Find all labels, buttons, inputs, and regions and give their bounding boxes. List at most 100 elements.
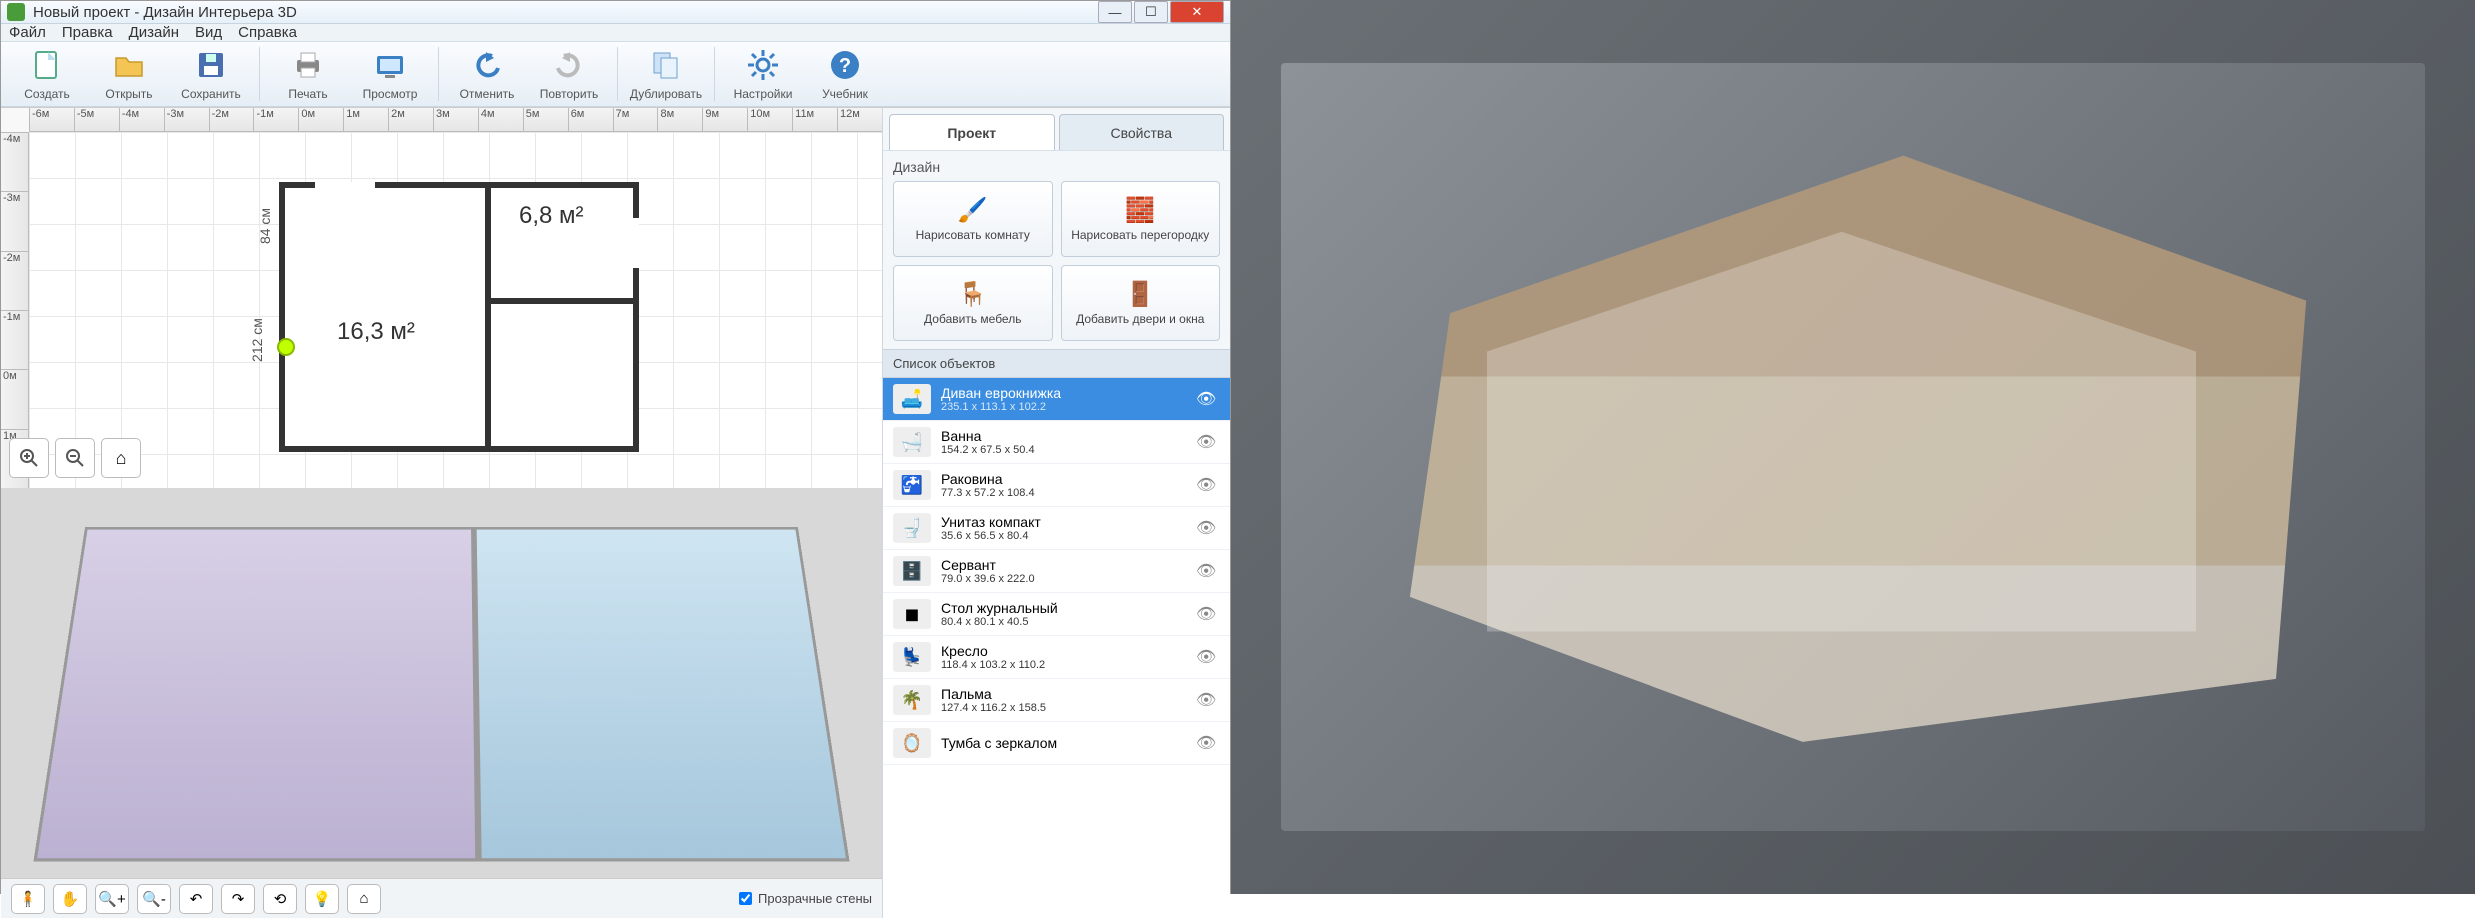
- toolbar-label: Настройки: [734, 87, 793, 101]
- preview-icon: [372, 47, 408, 83]
- wall-icon: 🧱: [1123, 196, 1157, 224]
- maximize-button[interactable]: ☐: [1134, 1, 1168, 23]
- selection-marker[interactable]: [277, 338, 295, 356]
- object-dimensions: 35.6 x 56.5 x 80.4: [941, 530, 1186, 542]
- room-area-label-2: 6,8 м²: [519, 202, 584, 230]
- design-section-title: Дизайн: [893, 159, 1220, 175]
- toolbar-undo-button[interactable]: Отменить: [449, 42, 525, 106]
- toolbar-print-button[interactable]: Печать: [270, 42, 346, 106]
- door-icon: 🚪: [1123, 280, 1157, 308]
- minimize-button[interactable]: —: [1098, 1, 1132, 23]
- transparent-walls-checkbox[interactable]: Прозрачные стены: [739, 891, 872, 906]
- toolbar-label: Открыть: [105, 87, 152, 101]
- design-door-button[interactable]: 🚪 Добавить двери и окна: [1061, 265, 1221, 341]
- menu-view[interactable]: Вид: [195, 24, 222, 41]
- toilet-icon: 🚽: [893, 513, 931, 543]
- titlebar: Новый проект - Дизайн Интерьера 3D — ☐ ✕: [1, 1, 1230, 24]
- design-button-label: Добавить мебель: [924, 312, 1021, 326]
- render-preview: [33, 527, 849, 861]
- object-item[interactable]: 🛁Ванна154.2 x 67.5 x 50.4👁: [883, 421, 1230, 464]
- room-icon: 🖌️: [956, 196, 990, 224]
- toolbar-label: Сохранить: [181, 87, 241, 101]
- object-item[interactable]: 🚽Унитаз компакт35.6 x 56.5 x 80.4👁: [883, 507, 1230, 550]
- plant-icon: 🌴: [893, 685, 931, 715]
- object-item[interactable]: 💺Кресло118.4 x 103.2 x 110.2👁: [883, 636, 1230, 679]
- object-item[interactable]: 🚰Раковина77.3 x 57.2 x 108.4👁: [883, 464, 1230, 507]
- plan-zoom-controls: ⌂: [9, 438, 141, 478]
- toolbar-save-button[interactable]: Сохранить: [173, 42, 249, 106]
- sofa-icon: 🛋️: [893, 384, 931, 414]
- visibility-icon[interactable]: 👁: [1196, 733, 1220, 753]
- object-dimensions: 154.2 x 67.5 x 50.4: [941, 444, 1186, 456]
- new-icon: [29, 47, 65, 83]
- visibility-icon[interactable]: 👁: [1196, 647, 1220, 667]
- object-name: Раковина: [941, 471, 1186, 487]
- design-button-label: Добавить двери и окна: [1076, 312, 1204, 326]
- close-button[interactable]: ✕: [1170, 1, 1224, 23]
- object-item[interactable]: 🛋️Диван еврокнижка235.1 x 113.1 x 102.2👁: [883, 378, 1230, 421]
- menu-design[interactable]: Дизайн: [129, 24, 179, 41]
- object-dimensions: 77.3 x 57.2 x 108.4: [941, 487, 1186, 499]
- toolbar-label: Учебник: [822, 87, 868, 101]
- visibility-icon[interactable]: 👁: [1196, 604, 1220, 624]
- visibility-icon[interactable]: 👁: [1196, 389, 1220, 409]
- toolbar-help-button[interactable]: ?Учебник: [807, 42, 883, 106]
- zoom-out-button[interactable]: [55, 438, 95, 478]
- window-title: Новый проект - Дизайн Интерьера 3D: [33, 4, 1098, 21]
- walk-tool-button[interactable]: 🧍: [11, 884, 45, 914]
- toolbar-settings-button[interactable]: Настройки: [725, 42, 801, 106]
- toolbar-new-button[interactable]: Создать: [9, 42, 85, 106]
- light-button[interactable]: 💡: [305, 884, 339, 914]
- menu-help[interactable]: Справка: [238, 24, 297, 41]
- object-name: Кресло: [941, 643, 1186, 659]
- toolbar-open-button[interactable]: Открыть: [91, 42, 167, 106]
- tab-project[interactable]: Проект: [889, 114, 1055, 150]
- objects-list[interactable]: 🛋️Диван еврокнижка235.1 x 113.1 x 102.2👁…: [883, 378, 1230, 918]
- menu-file[interactable]: Файл: [9, 24, 46, 41]
- mirror-icon: 🪞: [893, 728, 931, 758]
- zoom-in-button[interactable]: [9, 438, 49, 478]
- design-button-label: Нарисовать комнату: [916, 228, 1030, 242]
- design-chair-button[interactable]: 🪑Добавить мебель: [893, 265, 1053, 341]
- dup-icon: [648, 47, 684, 83]
- rotate-right-button[interactable]: ↷: [221, 884, 255, 914]
- object-item[interactable]: ◼Стол журнальный80.4 x 80.1 x 40.5👁: [883, 593, 1230, 636]
- cabinet-icon: 🗄️: [893, 556, 931, 586]
- design-button-label: Нарисовать перегородку: [1071, 228, 1209, 242]
- visibility-icon[interactable]: 👁: [1196, 561, 1220, 581]
- menu-edit[interactable]: Правка: [62, 24, 113, 41]
- design-room-button[interactable]: 🖌️ Нарисовать комнату: [893, 181, 1053, 257]
- object-item[interactable]: 🪞Тумба с зеркалом👁: [883, 722, 1230, 765]
- design-wall-button[interactable]: 🧱 Нарисовать перегородку: [1061, 181, 1221, 257]
- zoom-out-3d-button[interactable]: 🔍-: [137, 884, 171, 914]
- zoom-in-3d-button[interactable]: 🔍+: [95, 884, 129, 914]
- home-button[interactable]: ⌂: [101, 438, 141, 478]
- visibility-icon[interactable]: 👁: [1196, 475, 1220, 495]
- rotate-left-button[interactable]: ↶: [179, 884, 213, 914]
- object-name: Диван еврокнижка: [941, 385, 1186, 401]
- toolbar-preview-button[interactable]: Просмотр: [352, 42, 428, 106]
- visibility-icon[interactable]: 👁: [1196, 432, 1220, 452]
- tab-properties[interactable]: Свойства: [1059, 114, 1225, 150]
- object-name: Сервант: [941, 557, 1186, 573]
- toolbar-label: Создать: [24, 87, 70, 101]
- orbit-button[interactable]: ⟲: [263, 884, 297, 914]
- save-icon: [193, 47, 229, 83]
- toolbar-dup-button[interactable]: Дублировать: [628, 42, 704, 106]
- home-3d-button[interactable]: ⌂: [347, 884, 381, 914]
- render-showcase: [1231, 0, 2475, 894]
- floor-plan-shape[interactable]: [279, 182, 639, 452]
- perspective-viewport[interactable]: [1, 488, 882, 878]
- object-item[interactable]: 🌴Пальма127.4 x 116.2 x 158.5👁: [883, 679, 1230, 722]
- object-name: Стол журнальный: [941, 600, 1186, 616]
- object-item[interactable]: 🗄️Сервант79.0 x 39.6 x 222.0👁: [883, 550, 1230, 593]
- canvas-area: -6м-5м-4м-3м-2м-1м0м1м2м3м4м5м6м7м8м9м10…: [1, 108, 882, 918]
- visibility-icon[interactable]: 👁: [1196, 690, 1220, 710]
- pan-tool-button[interactable]: ✋: [53, 884, 87, 914]
- toolbar-redo-button[interactable]: Повторить: [531, 42, 607, 106]
- visibility-icon[interactable]: 👁: [1196, 518, 1220, 538]
- object-dimensions: 80.4 x 80.1 x 40.5: [941, 616, 1186, 628]
- plan-viewport[interactable]: -6м-5м-4м-3м-2м-1м0м1м2м3м4м5м6м7м8м9м10…: [1, 108, 882, 488]
- object-dimensions: 118.4 x 103.2 x 110.2: [941, 659, 1186, 671]
- plan-grid[interactable]: 6,8 м² 16,3 м² 84 см 212 см: [29, 132, 882, 488]
